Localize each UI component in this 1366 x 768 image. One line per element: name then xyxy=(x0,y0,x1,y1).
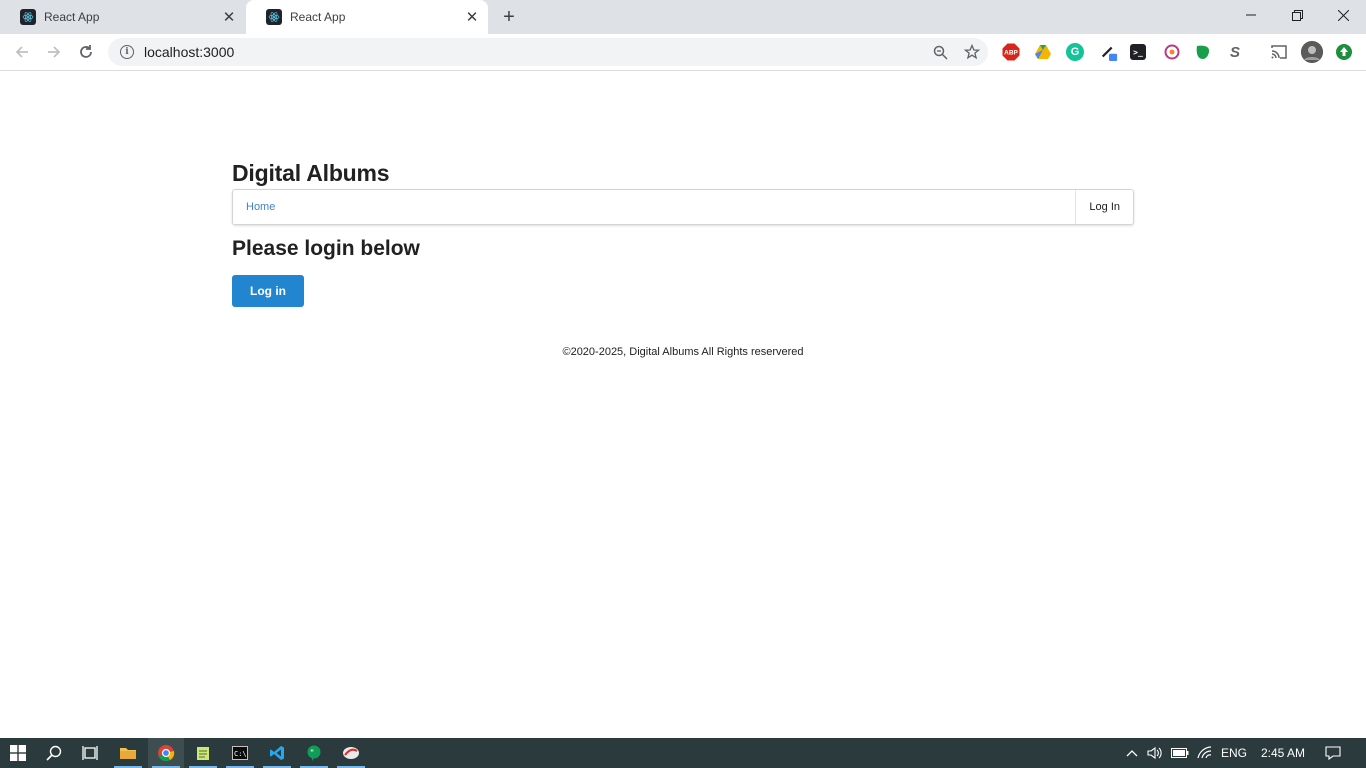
search-icon xyxy=(46,745,62,761)
grammarly-label: G xyxy=(1070,46,1080,58)
tab-react-app-1[interactable]: React App ✕ xyxy=(0,0,245,34)
app-taskbar-button[interactable] xyxy=(333,738,369,768)
arrow-left-icon xyxy=(15,46,28,58)
login-button[interactable]: Log in xyxy=(232,275,304,307)
file-explorer-button[interactable] xyxy=(110,738,146,768)
notepad-icon xyxy=(197,747,209,760)
reload-icon xyxy=(80,45,92,58)
svg-text:": " xyxy=(310,748,314,757)
react-favicon-icon xyxy=(20,9,36,25)
task-view-button[interactable] xyxy=(72,738,108,768)
vscode-icon xyxy=(270,746,284,760)
bookmark-star-icon[interactable] xyxy=(956,38,988,66)
cast-icon[interactable] xyxy=(1270,43,1288,61)
terminal-icon[interactable]: >_ xyxy=(1130,44,1146,60)
menu-item-login[interactable]: Log In xyxy=(1075,190,1133,224)
menu-item-home[interactable]: Home xyxy=(233,201,1075,213)
page-heading: Please login below xyxy=(232,237,420,260)
tab-title: React App xyxy=(44,10,100,24)
task-view-icon xyxy=(82,746,98,760)
windows-logo-icon xyxy=(10,745,26,761)
chat-icon: " xyxy=(307,745,321,761)
camera-icon[interactable] xyxy=(1163,43,1181,61)
url-text[interactable]: localhost:3000 xyxy=(144,44,924,60)
vscode-button[interactable] xyxy=(259,738,295,768)
volume-icon[interactable] xyxy=(1144,738,1166,768)
svg-text:ABP: ABP xyxy=(1004,50,1018,57)
adblock-plus-icon[interactable]: ABP xyxy=(1002,43,1020,61)
react-favicon-icon xyxy=(266,9,282,25)
back-button[interactable] xyxy=(9,39,35,65)
battery-icon[interactable] xyxy=(1169,738,1191,768)
tab-close-icon[interactable]: ✕ xyxy=(462,7,482,27)
color-picker-icon[interactable] xyxy=(1100,43,1118,61)
command-prompt-button[interactable]: C:\ xyxy=(222,738,258,768)
chrome-taskbar-button[interactable] xyxy=(148,738,184,768)
tab-close-icon[interactable]: ✕ xyxy=(219,7,239,27)
hangouts-button[interactable]: " xyxy=(296,738,332,768)
notification-icon[interactable] xyxy=(1322,738,1344,768)
grammarly-icon[interactable]: G xyxy=(1066,43,1084,61)
site-info-icon[interactable]: i xyxy=(120,45,134,59)
update-icon[interactable] xyxy=(1335,43,1353,61)
windows-taskbar: C:\ " ENG 2:45 AM xyxy=(0,738,1366,768)
notepad-button[interactable] xyxy=(185,738,221,768)
forward-button[interactable] xyxy=(41,39,67,65)
new-tab-button[interactable]: + xyxy=(498,6,520,28)
start-button[interactable] xyxy=(0,738,36,768)
restore-button[interactable] xyxy=(1274,0,1320,30)
close-window-button[interactable] xyxy=(1320,0,1366,30)
folder-icon xyxy=(120,748,136,759)
address-bar[interactable]: i localhost:3000 xyxy=(108,38,988,66)
google-drive-icon[interactable] xyxy=(1034,43,1052,61)
arrow-right-icon xyxy=(48,46,61,58)
s-extension-icon[interactable]: S xyxy=(1226,43,1244,61)
clock[interactable]: 2:45 AM xyxy=(1261,738,1305,768)
search-button[interactable] xyxy=(36,738,72,768)
footer-copyright: ©2020-2025, Digital Albums All Rights re… xyxy=(562,346,804,358)
app-icon xyxy=(343,747,359,759)
site-title: Digital Albums xyxy=(232,160,390,186)
tab-strip: React App ✕ React App ✕ + xyxy=(0,0,1366,34)
language-indicator[interactable]: ENG xyxy=(1221,738,1247,768)
zoom-icon[interactable] xyxy=(924,38,956,66)
chrome-icon xyxy=(158,745,175,762)
svg-text:C:\: C:\ xyxy=(234,750,247,758)
s-extension-label: S xyxy=(1229,43,1240,61)
page-content: Digital Albums Home Log In Please login … xyxy=(0,71,1366,738)
reload-button[interactable] xyxy=(73,39,99,65)
minimize-button[interactable] xyxy=(1228,0,1274,30)
terminal-icon: C:\ xyxy=(232,746,248,760)
chevron-up-icon[interactable] xyxy=(1121,738,1143,768)
terminal-label: >_ xyxy=(1133,47,1143,57)
nav-menu: Home Log In xyxy=(232,189,1134,225)
profile-avatar[interactable] xyxy=(1301,41,1323,63)
browser-toolbar: i localhost:3000 ABP G >_ S xyxy=(0,34,1366,71)
tab-react-app-2[interactable]: React App ✕ xyxy=(246,0,488,34)
leaf-icon[interactable] xyxy=(1194,43,1212,61)
wifi-icon[interactable] xyxy=(1194,738,1216,768)
tab-title: React App xyxy=(290,10,346,24)
